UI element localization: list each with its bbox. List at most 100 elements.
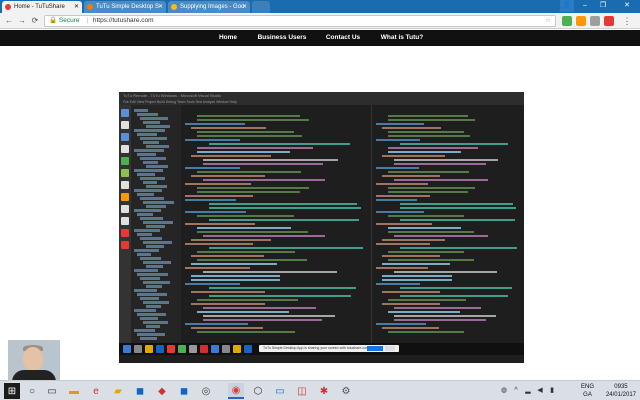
pdf-icon[interactable]: ◫ — [294, 383, 310, 399]
bookmark-star-icon[interactable]: ☆ — [545, 16, 551, 26]
code-line — [376, 223, 432, 225]
app-icon[interactable]: ◆ — [154, 383, 170, 399]
tab-supplying-images[interactable]: Supplying Images - Goo ✕ — [168, 1, 250, 13]
people-icon[interactable]: ◍ — [500, 387, 508, 395]
tab-tutu-simple-desktop[interactable]: TuTu Simple Desktop S ✕ — [84, 1, 166, 13]
minimize-button[interactable]: – — [578, 0, 592, 12]
code-line — [400, 287, 512, 289]
chevron-up-icon[interactable]: ^ — [512, 387, 520, 395]
code-editor-right — [371, 105, 524, 343]
app-icon — [121, 181, 129, 189]
tree-item — [137, 333, 165, 336]
chrome-menu-icon[interactable]: ⋮ — [622, 16, 632, 26]
code-line — [394, 159, 498, 161]
language-indicator[interactable]: ENG GA — [581, 383, 594, 399]
code-line — [191, 239, 271, 241]
code-line — [388, 251, 464, 253]
back-button[interactable]: ← — [4, 16, 14, 26]
code-line — [382, 327, 439, 329]
code-line — [191, 175, 265, 177]
code-line — [185, 183, 251, 185]
extension-icon[interactable] — [576, 16, 586, 26]
close-window-button[interactable]: ✕ — [614, 0, 640, 12]
shared-taskbar-icon — [211, 345, 219, 353]
code-line — [197, 151, 290, 153]
shared-taskbar-icon — [145, 345, 153, 353]
close-tab-icon[interactable]: ✕ — [74, 1, 79, 13]
file-explorer-icon[interactable]: ▰ — [110, 383, 126, 399]
network-icon[interactable]: ▂ — [524, 387, 532, 395]
nav-business-users-link[interactable]: Business Users — [258, 30, 307, 46]
tutushare-favicon-icon — [5, 4, 11, 10]
tree-item — [134, 109, 148, 112]
forward-button[interactable]: → — [17, 16, 27, 26]
extension-icon[interactable] — [590, 16, 600, 26]
address-separator: | — [86, 17, 89, 24]
folder-icon[interactable]: ▬ — [66, 383, 82, 399]
clock[interactable]: 0935 24/01/2017 — [606, 383, 636, 399]
volume-icon[interactable]: ◀ — [536, 387, 544, 395]
tree-item — [134, 269, 158, 272]
tree-item — [143, 261, 171, 264]
tree-item — [140, 237, 162, 240]
task-view-icon[interactable]: ▭ — [44, 383, 60, 399]
tab-home-tutushare[interactable]: Home - TuTuShare ✕ — [2, 1, 82, 13]
code-line — [197, 131, 294, 133]
extension-icon[interactable] — [562, 16, 572, 26]
tree-item — [134, 129, 165, 132]
code-line — [185, 223, 255, 225]
code-line — [197, 231, 308, 233]
shared-screen-footer — [119, 355, 524, 363]
close-tab-icon[interactable]: ✕ — [158, 1, 163, 13]
tree-item — [143, 141, 159, 144]
code-line — [388, 331, 464, 333]
code-line — [376, 199, 417, 201]
code-line — [197, 191, 300, 193]
extension-icon[interactable] — [604, 16, 614, 26]
code-line — [382, 275, 452, 277]
app-icon — [121, 193, 129, 201]
settings-icon[interactable]: ⚙ — [338, 383, 354, 399]
code-line — [376, 243, 430, 245]
terminal-icon[interactable]: ▭ — [272, 383, 288, 399]
app-icon — [121, 121, 129, 129]
tree-item — [143, 201, 174, 204]
profile-icon[interactable]: 👤 — [560, 0, 574, 12]
code-line — [203, 159, 338, 161]
code-line — [388, 147, 478, 149]
close-tab-icon[interactable]: ✕ — [242, 1, 247, 13]
nav-home-link[interactable]: Home — [219, 30, 237, 46]
maximize-button[interactable]: ❐ — [596, 0, 610, 12]
vs-title-bar: TuTu Remote - TuTu Windows - Microsoft V… — [119, 92, 524, 99]
store-icon[interactable]: ◼ — [132, 383, 148, 399]
start-icon[interactable]: ⊞ — [4, 383, 20, 399]
tree-item — [134, 189, 162, 192]
nav-contact-us-link[interactable]: Contact Us — [326, 30, 360, 46]
box-icon[interactable]: ⬡ — [250, 383, 266, 399]
app-icon — [121, 133, 129, 141]
code-line — [191, 291, 265, 293]
tool-icon[interactable]: ✱ — [316, 383, 332, 399]
new-tab-button[interactable] — [252, 1, 270, 13]
nav-what-is-tutu-link[interactable]: What is Tutu? — [381, 30, 423, 46]
code-line — [382, 175, 440, 177]
code-line — [209, 287, 356, 289]
app-icon[interactable]: ◼ — [176, 383, 192, 399]
app-icon[interactable]: ◎ — [198, 383, 214, 399]
app-icon — [121, 241, 129, 249]
code-line — [185, 243, 253, 245]
code-line — [209, 207, 361, 209]
tree-item — [140, 117, 168, 120]
tree-item — [146, 305, 161, 308]
tree-item — [137, 213, 153, 216]
edge-icon[interactable]: e — [88, 383, 104, 399]
tree-item — [143, 181, 157, 184]
code-line — [191, 279, 280, 281]
tutu-favicon-icon — [87, 4, 93, 10]
chrome-icon[interactable]: ◉ — [228, 383, 244, 399]
reload-button[interactable]: ⟳ — [30, 16, 40, 26]
address-bar[interactable]: 🔒 Secure | https://tutushare.com ☆ — [44, 15, 556, 27]
battery-icon[interactable]: ▮ — [548, 387, 556, 395]
search-icon[interactable]: ○ — [24, 383, 40, 399]
code-line — [376, 139, 420, 141]
